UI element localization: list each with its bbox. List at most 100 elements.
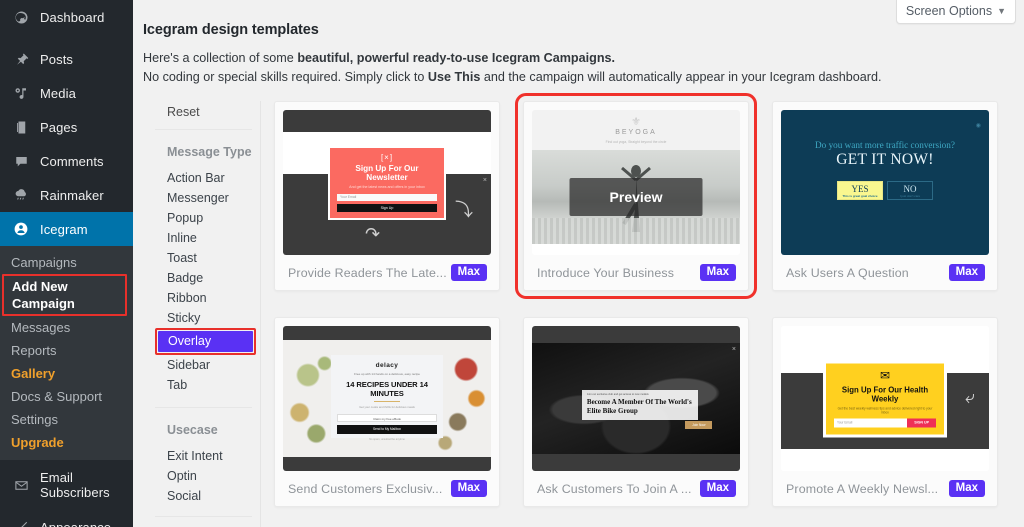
arrow-doodle-icon: ⤵ [455, 200, 473, 220]
popup-subtitle: And get the latest news and offers in yo… [349, 184, 425, 189]
card-title: Send Customers Exclusiv... [288, 481, 443, 496]
template-card[interactable]: × ⤵ ↷ [×] Sign Up For Our Newsletter And… [274, 101, 500, 291]
filter-item-exit-intent[interactable]: Exit Intent [155, 446, 260, 466]
plan-badge-max[interactable]: Max [450, 264, 487, 281]
submenu-item-messages[interactable]: Messages [0, 316, 133, 339]
plan-badge-max[interactable]: Max [699, 264, 736, 281]
template-thumbnail[interactable]: ◉ Do you want more traffic conversion? G… [781, 110, 989, 255]
submenu-item-upgrade[interactable]: Upgrade [0, 431, 133, 454]
wp-admin-screen: Dashboard Posts Media Pages Comments Rai… [0, 0, 1024, 527]
thumb-top-bar [283, 110, 491, 132]
filter-item-action-bar[interactable]: Action Bar [155, 168, 260, 188]
template-thumbnail[interactable]: × Join our exclusive club and get access… [532, 326, 740, 471]
submenu-item-gallery[interactable]: Gallery [0, 362, 133, 385]
thumb-bottom-bar [532, 454, 740, 471]
no-label: NO [903, 184, 917, 194]
sidebar-item-dashboard[interactable]: Dashboard [0, 0, 133, 34]
filter-item-overlay[interactable]: Overlay [155, 328, 256, 355]
no-button: NO I just don't care [887, 181, 933, 200]
template-card[interactable]: ◉ Do you want more traffic conversion? G… [772, 101, 998, 291]
page-title: Icegram design templates [143, 22, 319, 38]
card-title: Ask Users A Question [786, 265, 909, 280]
thumb-top-bar [532, 326, 740, 343]
sidebar-item-comments[interactable]: Comments [0, 144, 133, 178]
thumb-popup-preview: delacy Free up with 14 hands on a delici… [330, 355, 444, 441]
plan-badge-max[interactable]: Max [450, 480, 487, 497]
icegram-submenu: Campaigns Add New Campaign Messages Repo… [0, 246, 133, 460]
popup-eyebrow: Join our exclusive club and get access t… [586, 392, 649, 396]
menu-separator [0, 460, 133, 468]
sidebar-item-label: Media [40, 85, 76, 101]
popup-email-input: Your Email [337, 193, 437, 201]
popup-button-1: Claim my free eBook [336, 414, 438, 423]
thumb-hero-image: × Join our exclusive club and get access… [532, 343, 740, 454]
template-card-selected[interactable]: ⚜ BEYOGA Find out yoga, Straight beyond … [515, 93, 757, 299]
sidebar-item-pages[interactable]: Pages [0, 110, 133, 144]
template-card[interactable]: × Join our exclusive club and get access… [523, 317, 749, 507]
screen-options-button[interactable]: Screen Options ▼ [895, 0, 1016, 24]
arrow-doodle-icon: ⤶ [964, 387, 975, 407]
submenu-item-campaigns[interactable]: Campaigns [0, 251, 133, 274]
filter-item-badge[interactable]: Badge [155, 268, 260, 288]
intro-line-2-post: and the campaign will automatically appe… [480, 70, 882, 84]
thumb-top-bar [283, 326, 491, 340]
filter-item-toast[interactable]: Toast [155, 248, 260, 268]
intro-line-1-bold: beautiful, powerful ready-to-use Icegram… [297, 51, 616, 65]
submenu-item-reports[interactable]: Reports [0, 339, 133, 362]
screen-options-wrap: Screen Options ▼ [895, 0, 1016, 24]
filter-item-optin[interactable]: Optin [155, 466, 260, 486]
template-thumbnail[interactable]: delacy Free up with 14 hands on a delici… [283, 326, 491, 471]
sidebar-item-appearance[interactable]: Appearance [0, 510, 133, 527]
submenu-item-settings[interactable]: Settings [0, 408, 133, 431]
plan-badge-max[interactable]: Max [948, 264, 985, 281]
envelope-icon: ✉ [879, 368, 891, 382]
template-card[interactable]: delacy Free up with 14 hands on a delici… [274, 317, 500, 507]
question-text: Do you want more traffic conversion? [815, 140, 955, 150]
intro-line-1-pre: Here's a collection of some [143, 51, 298, 65]
template-thumbnail[interactable]: × ⤵ ↷ [×] Sign Up For Our Newsletter And… [283, 110, 491, 255]
sidebar-item-label: Pages [40, 119, 78, 135]
card-title: Provide Readers The Late... [288, 265, 447, 280]
card-footer: Promote A Weekly Newsl... Max [781, 471, 989, 506]
intro-line-1: Here's a collection of some beautiful, p… [143, 49, 1024, 68]
sidebar-item-label: Dashboard [40, 9, 105, 25]
filter-item-messenger[interactable]: Messenger [155, 188, 260, 208]
filter-group-title-usecase: Usecase [167, 423, 218, 437]
template-grid-wrap: × ⤵ ↷ [×] Sign Up For Our Newsletter And… [261, 93, 1024, 527]
popup-note: Get your cooks and thrills for delicious… [359, 405, 415, 410]
plan-badge-max[interactable]: Max [699, 480, 736, 497]
sidebar-item-rainmaker[interactable]: Rainmaker [0, 178, 133, 212]
filter-item-ribbon[interactable]: Ribbon [155, 288, 260, 308]
sidebar-item-media[interactable]: Media [0, 76, 133, 110]
sidebar-item-icegram[interactable]: Icegram [0, 212, 133, 246]
filter-item-overlay-highlight-ring: Overlay [155, 328, 256, 355]
filter-item-inline[interactable]: Inline [155, 228, 260, 248]
wp-admin-menu: Dashboard Posts Media Pages Comments Rai… [0, 0, 133, 527]
plan-badge-max[interactable]: Max [948, 480, 985, 497]
filter-item-sticky[interactable]: Sticky [155, 308, 260, 328]
close-icon: ◉ [975, 123, 981, 129]
sidebar-item-posts[interactable]: Posts [0, 42, 133, 76]
comment-icon [11, 151, 31, 171]
submenu-item-docs-support[interactable]: Docs & Support [0, 385, 133, 408]
thumb-hero-image: Preview [532, 150, 740, 244]
sidebar-item-email-subscribers[interactable]: Email Subscribers [0, 468, 133, 502]
template-thumbnail[interactable]: ⚜ BEYOGA Find out yoga, Straight beyond … [532, 110, 740, 255]
page-icon [11, 117, 31, 137]
filter-group-title-message-type: Message Type [167, 145, 252, 159]
filter-reset-link[interactable]: Reset [155, 101, 260, 129]
filter-item-popup[interactable]: Popup [155, 208, 260, 228]
divider [374, 401, 400, 403]
filter-item-sidebar[interactable]: Sidebar [155, 355, 260, 375]
submenu-item-add-new-campaign[interactable]: Add New Campaign [2, 274, 127, 316]
preview-button[interactable]: Preview [569, 178, 703, 216]
template-thumbnail[interactable]: ⤶ ↷ ✉ Sign Up For Our Health Weekly Get … [781, 326, 989, 471]
template-card[interactable]: ⤶ ↷ ✉ Sign Up For Our Health Weekly Get … [772, 317, 998, 507]
sidebar-item-label: Icegram [40, 221, 88, 237]
lotus-logo-icon: ⚜ [631, 116, 641, 128]
close-icon: × [731, 346, 736, 353]
thumb-popup-preview: [×] Sign Up For Our Newsletter And get t… [328, 145, 446, 220]
filter-item-tab[interactable]: Tab [155, 375, 260, 395]
filter-item-social[interactable]: Social [155, 486, 260, 506]
